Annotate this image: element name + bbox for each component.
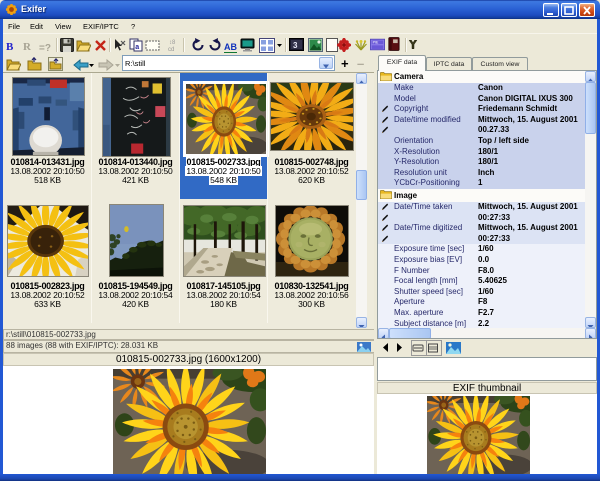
svg-text:↕8: ↕8: [169, 40, 176, 46]
svg-text:3: 3: [293, 41, 298, 50]
svg-text:a: a: [135, 44, 139, 51]
svg-text:PIE: PIE: [373, 41, 379, 45]
svg-text:cd: cd: [168, 47, 174, 52]
